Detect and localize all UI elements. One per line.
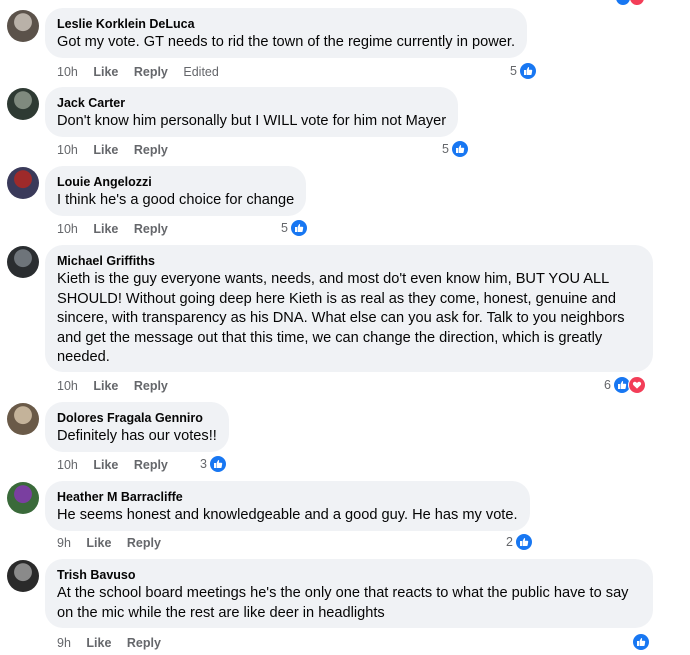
reply-button[interactable]: Reply <box>134 379 168 393</box>
thumbs-up-icon <box>450 140 469 158</box>
reaction-summary[interactable]: 5 <box>442 140 469 158</box>
comment-bubble: Leslie Korklein DeLuca Got my vote. GT n… <box>45 8 528 58</box>
like-button[interactable]: Like <box>93 458 118 472</box>
comment-author[interactable]: Jack Carter <box>57 95 446 111</box>
edited-label[interactable]: Edited <box>183 65 218 79</box>
comment-author[interactable]: Dolores Fragala Genniro <box>57 410 217 426</box>
comment-author[interactable]: Heather M Barracliffe <box>57 489 518 505</box>
comment-actions: 10h Like Reply <box>57 457 180 473</box>
thumbs-up-icon <box>632 633 650 651</box>
timestamp[interactable]: 9h <box>57 536 71 550</box>
comment-text: Definitely has our votes!! <box>57 428 217 444</box>
thumbs-up-icon <box>289 219 308 237</box>
heart-icon <box>627 376 646 394</box>
timestamp[interactable]: 10h <box>57 458 78 472</box>
comment-author[interactable]: Leslie Korklein DeLuca <box>57 16 515 32</box>
reaction-count: 6 <box>604 378 611 392</box>
comment-actions: 10h Like Reply Edited <box>57 64 231 80</box>
comment-bubble: Michael Griffiths Kieth is the guy every… <box>45 245 653 372</box>
avatar[interactable] <box>7 10 39 42</box>
reply-button[interactable]: Reply <box>134 65 168 79</box>
like-button[interactable]: Like <box>86 536 111 550</box>
comment-text: I think he's a good choice for change <box>57 192 295 208</box>
comment-author[interactable]: Louie Angelozzi <box>57 174 294 190</box>
thumbs-up-icon <box>514 533 533 551</box>
like-button[interactable]: Like <box>93 65 118 79</box>
avatar[interactable] <box>7 167 39 199</box>
timestamp[interactable]: 10h <box>57 222 78 236</box>
comment-bubble: Heather M Barracliffe He seems honest an… <box>45 481 530 531</box>
reply-button[interactable]: Reply <box>134 458 168 472</box>
timestamp[interactable]: 10h <box>57 65 78 79</box>
avatar[interactable] <box>7 88 39 120</box>
reaction-summary[interactable]: 3 <box>200 455 227 473</box>
timestamp[interactable]: 10h <box>57 143 78 157</box>
reaction-summary[interactable] <box>632 633 650 651</box>
comment-text: At the school board meetings he's the on… <box>57 585 629 621</box>
comment-actions: 10h Like Reply <box>57 221 180 237</box>
comment-actions: 9h Like Reply <box>57 635 173 651</box>
love-icon-cropped <box>630 0 644 5</box>
timestamp[interactable]: 9h <box>57 636 71 650</box>
comment-text: Got my vote. GT needs to rid the town of… <box>57 34 516 50</box>
like-button[interactable]: Like <box>86 636 111 650</box>
comment-text: Don't know him personally but I WILL vot… <box>57 113 447 129</box>
reaction-summary[interactable]: 5 <box>281 219 308 237</box>
comment-text: He seems honest and knowledgeable and a … <box>57 507 518 523</box>
avatar[interactable] <box>7 482 39 514</box>
reply-button[interactable]: Reply <box>134 143 168 157</box>
comment-author[interactable]: Trish Bavuso <box>57 567 641 583</box>
reaction-summary[interactable]: 6 <box>604 376 646 394</box>
reaction-summary[interactable]: 5 <box>510 62 537 80</box>
reply-button[interactable]: Reply <box>127 636 161 650</box>
like-button[interactable]: Like <box>93 379 118 393</box>
like-icon-cropped <box>616 0 630 5</box>
reaction-summary[interactable]: 2 <box>506 533 533 551</box>
like-button[interactable]: Like <box>93 222 118 236</box>
thumbs-up-icon <box>208 455 227 473</box>
comment-bubble: Dolores Fragala Genniro Definitely has o… <box>45 402 229 452</box>
like-button[interactable]: Like <box>93 143 118 157</box>
comment-text: Kieth is the guy everyone wants, needs, … <box>57 271 625 365</box>
avatar[interactable] <box>7 246 39 278</box>
timestamp[interactable]: 10h <box>57 379 78 393</box>
reply-button[interactable]: Reply <box>134 222 168 236</box>
reaction-count: 3 <box>200 457 207 471</box>
reaction-count: 5 <box>510 64 517 78</box>
comment-bubble: Trish Bavuso At the school board meeting… <box>45 559 653 628</box>
avatar[interactable] <box>7 560 39 592</box>
thumbs-up-icon <box>518 62 537 80</box>
reaction-count: 5 <box>442 142 449 156</box>
reaction-count: 2 <box>506 535 513 549</box>
comment-author[interactable]: Michael Griffiths <box>57 253 641 269</box>
avatar[interactable] <box>7 403 39 435</box>
reaction-count: 5 <box>281 221 288 235</box>
comment-actions: 10h Like Reply <box>57 142 180 158</box>
comment-bubble: Louie Angelozzi I think he's a good choi… <box>45 166 307 216</box>
comment-bubble: Jack Carter Don't know him personally bu… <box>45 87 459 137</box>
comment-actions: 9h Like Reply <box>57 535 173 551</box>
comment-actions: 10h Like Reply <box>57 378 180 394</box>
reply-button[interactable]: Reply <box>127 536 161 550</box>
